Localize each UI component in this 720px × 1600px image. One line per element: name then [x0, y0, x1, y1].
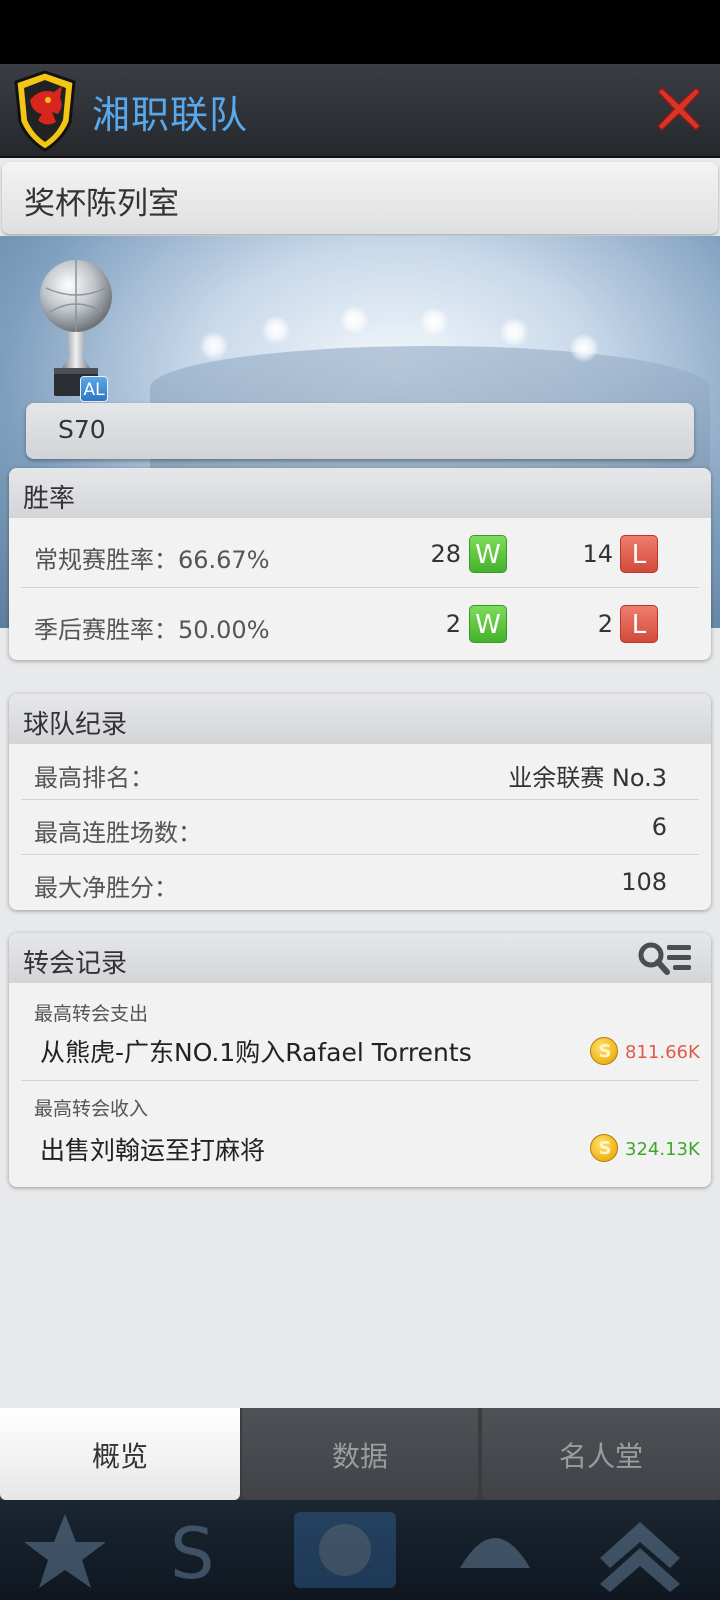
row-value: 108	[621, 868, 667, 896]
stadium-light	[500, 318, 528, 346]
transfer-caption: 最高转会支出	[34, 1003, 149, 1025]
wins-count: 28	[430, 540, 461, 568]
season-selector[interactable]: S70	[26, 403, 694, 459]
tab-overview[interactable]: 概览	[0, 1408, 240, 1500]
win-rate-card: 胜率 常规赛胜率：66.67% 28 W 14 L 季后赛胜率：50.00% 2…	[9, 468, 711, 660]
background-chevron-icon	[600, 1522, 680, 1592]
background-dock: S	[0, 1500, 720, 1600]
season-label: S70	[58, 415, 106, 444]
trophy-room-header: 奖杯陈列室	[2, 162, 718, 234]
row-value: 业余联赛 No.3	[508, 764, 667, 792]
team-name: 湘职联队	[92, 93, 249, 137]
row-label: 最大净胜分：	[34, 874, 178, 902]
stadium-light	[262, 316, 290, 344]
row-label: 最高排名：	[34, 764, 154, 792]
transfer-amount: 324.13K	[625, 1139, 700, 1160]
background-ball-icon	[294, 1512, 396, 1588]
losses-count: 14	[582, 540, 613, 568]
tab-label: 数据	[331, 1440, 388, 1473]
background-star-icon	[24, 1514, 106, 1588]
row-label: 常规赛胜率：66.67%	[34, 546, 270, 574]
stadium-light	[200, 332, 228, 360]
stadium-light	[570, 334, 598, 362]
row-label: 最高连胜场数：	[34, 819, 202, 847]
loss-badge: L	[620, 605, 658, 643]
section-title: 奖杯陈列室	[24, 186, 179, 222]
win-rate-row: 常规赛胜率：66.67% 28 W 14 L	[21, 520, 699, 588]
transfer-text: 从熊虎-广东NO.1购入Rafael Torrents	[40, 1038, 472, 1067]
card-header: 球队纪录	[9, 694, 711, 744]
tab-label: 概览	[91, 1440, 148, 1473]
loss-badge: L	[620, 535, 658, 573]
bottom-tabs: 概览 数据 名人堂	[0, 1408, 720, 1500]
stadium-light	[420, 308, 448, 336]
win-rate-row: 季后赛胜率：50.00% 2 W 2 L	[21, 589, 699, 659]
coin-icon	[590, 1037, 619, 1066]
transfer-records-card: 转会记录 最高转会支出 从熊虎-广东NO.1购入Rafael Torrents …	[9, 933, 711, 1187]
card-header: 胜率	[9, 468, 711, 518]
background-logo-icon: S	[170, 1513, 214, 1592]
transfer-row: 最高转会支出 从熊虎-广东NO.1购入Rafael Torrents 811.6…	[21, 985, 700, 1081]
record-row: 最高连胜场数： 6	[21, 801, 699, 855]
status-bar	[0, 0, 720, 64]
team-records-card: 球队纪录 最高排名： 业余联赛 No.3 最高连胜场数： 6 最大净胜分： 10…	[9, 694, 711, 910]
wins-count: 2	[445, 610, 461, 638]
team-logo-icon	[14, 70, 76, 152]
transfer-text: 出售刘翰运至打麻将	[40, 1136, 266, 1165]
row-label: 季后赛胜率：50.00%	[34, 616, 270, 644]
card-title: 球队纪录	[23, 710, 128, 740]
win-badge: W	[469, 535, 507, 573]
record-row: 最大净胜分： 108	[21, 856, 699, 910]
transfer-row: 最高转会收入 出售刘翰运至打麻将 324.13K	[21, 1082, 700, 1186]
close-icon[interactable]	[654, 84, 704, 134]
win-badge: W	[469, 605, 507, 643]
row-value: 6	[651, 813, 667, 841]
card-header: 转会记录	[9, 933, 711, 983]
main-panel: 奖杯陈列室 AL S70 胜率 常规赛胜率：66.67% 28 W 14 L 季…	[0, 158, 720, 1408]
losses-count: 2	[597, 610, 613, 638]
stadium-light	[340, 306, 368, 334]
title-bar: 湘职联队	[0, 64, 720, 158]
record-row: 最高排名： 业余联赛 No.3	[21, 746, 699, 800]
league-badge: AL	[80, 376, 108, 402]
svg-text:S: S	[170, 1513, 214, 1592]
transfer-amount: 811.66K	[625, 1042, 700, 1063]
card-title: 转会记录	[23, 949, 128, 979]
tab-hall-of-fame[interactable]: 名人堂	[482, 1408, 720, 1500]
card-title: 胜率	[23, 484, 76, 514]
background-cap-icon	[460, 1538, 530, 1568]
transfer-caption: 最高转会收入	[34, 1098, 149, 1120]
search-list-icon[interactable]	[637, 939, 693, 979]
coin-icon	[590, 1134, 619, 1163]
tab-label: 名人堂	[558, 1440, 643, 1473]
tab-stats[interactable]: 数据	[242, 1408, 478, 1500]
